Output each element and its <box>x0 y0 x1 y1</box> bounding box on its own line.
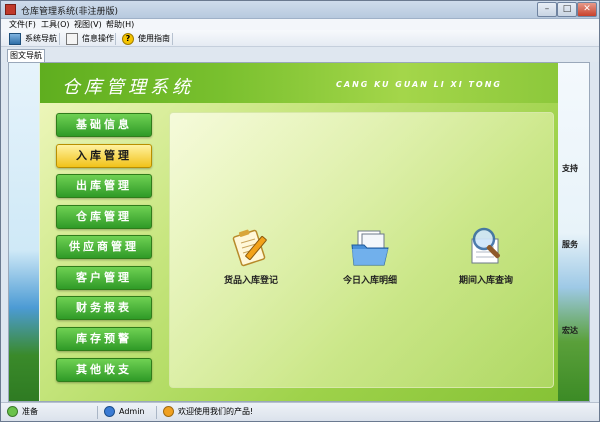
background-scenery-left <box>9 63 39 401</box>
menu-supplier-button[interactable]: 供应商管理 <box>56 235 152 259</box>
menu-customer-button[interactable]: 客户管理 <box>56 266 152 290</box>
status-separator <box>97 406 98 419</box>
toolbar: 系统导航 信息操作 ? 使用指南 <box>1 30 599 47</box>
info-ops-button[interactable]: 信息操作 <box>66 31 114 46</box>
status-ready-text: 准备 <box>22 407 38 416</box>
menu-file[interactable]: 文件(F) <box>7 19 38 30</box>
system-nav-label: 系统导航 <box>25 34 57 43</box>
menu-basic-info-button[interactable]: 基础信息 <box>56 113 152 137</box>
document-icon <box>66 32 78 45</box>
minimize-button[interactable]: – <box>537 2 557 17</box>
feature-inbound-register-label: 货品入库登记 <box>223 276 278 286</box>
feature-panel: 货品入库登记 今日入库明细 期间入库查询 <box>169 112 554 388</box>
user-icon <box>104 406 115 417</box>
close-button[interactable]: ✕ <box>577 2 597 17</box>
monitor-icon <box>9 32 21 45</box>
tab-graphic-nav[interactable]: 图文导航 <box>7 49 45 62</box>
info-ops-label: 信息操作 <box>82 34 114 43</box>
system-nav-button[interactable]: 系统导航 <box>9 31 57 46</box>
feature-period-query-label: 期间入库查询 <box>458 276 513 286</box>
side-text-fragment: 宏达 <box>562 326 578 335</box>
side-text-fragment: 服务 <box>562 240 578 249</box>
status-user-text: Admin <box>119 407 145 416</box>
title-bar[interactable]: 仓库管理系统(非注册版) – □ ✕ <box>1 1 599 19</box>
clipboard-pencil-icon <box>229 225 273 269</box>
menu-finance-button[interactable]: 财务报表 <box>56 296 152 320</box>
feature-today-inbound-label: 今日入库明细 <box>342 276 397 286</box>
feature-inbound-register[interactable]: 货品入库登记 <box>206 225 296 286</box>
app-icon <box>5 4 16 15</box>
toolbar-separator <box>172 33 173 45</box>
menu-help[interactable]: 帮助(H) <box>104 19 136 30</box>
menu-stock-alert-button[interactable]: 库存预警 <box>56 327 152 351</box>
status-welcome-text: 欢迎使用我们的产品! <box>178 407 254 416</box>
magnifier-icon <box>464 225 508 269</box>
app-subtitle: CANG KU GUAN LI XI TONG <box>336 80 502 89</box>
welcome-icon <box>163 406 174 417</box>
status-bar: 准备 Admin 欢迎使用我们的产品! <box>1 402 599 421</box>
user-guide-label: 使用指南 <box>138 34 170 43</box>
status-welcome: 欢迎使用我们的产品! <box>163 406 253 417</box>
ready-icon <box>7 406 18 417</box>
user-guide-button[interactable]: ? 使用指南 <box>122 31 170 46</box>
tab-strip: 图文导航 <box>1 47 599 62</box>
window-title: 仓库管理系统(非注册版) <box>21 7 119 17</box>
status-ready: 准备 <box>7 406 38 417</box>
app-window: 仓库管理系统(非注册版) – □ ✕ 文件(F) 工具(O) 视图(V) 帮助(… <box>0 0 600 422</box>
content-area: 支持 服务 宏达 仓库管理系统 CANG KU GUAN LI XI TONG … <box>8 62 590 402</box>
app-title: 仓库管理系统 <box>62 77 194 98</box>
toolbar-separator <box>59 33 60 45</box>
status-separator <box>156 406 157 419</box>
menu-warehouse-button[interactable]: 仓库管理 <box>56 205 152 229</box>
app-panel: 仓库管理系统 CANG KU GUAN LI XI TONG 基础信息 入库管理… <box>40 63 558 401</box>
feature-period-query[interactable]: 期间入库查询 <box>441 225 531 286</box>
background-scenery-right <box>557 63 589 401</box>
header-band: 仓库管理系统 CANG KU GUAN LI XI TONG <box>40 63 558 103</box>
feature-today-inbound[interactable]: 今日入库明细 <box>325 225 415 286</box>
menu-other-income-button[interactable]: 其他收支 <box>56 358 152 382</box>
status-user: Admin <box>104 406 145 417</box>
maximize-button[interactable]: □ <box>557 2 577 17</box>
help-icon: ? <box>122 32 134 45</box>
menu-inbound-button[interactable]: 入库管理 <box>56 144 152 168</box>
side-text-fragment: 支持 <box>562 164 578 173</box>
menu-outbound-button[interactable]: 出库管理 <box>56 174 152 198</box>
menu-bar: 文件(F) 工具(O) 视图(V) 帮助(H) <box>1 19 599 30</box>
menu-tools[interactable]: 工具(O) <box>39 19 72 30</box>
toolbar-separator <box>115 33 116 45</box>
menu-view[interactable]: 视图(V) <box>72 19 104 30</box>
documents-folder-icon <box>348 225 392 269</box>
